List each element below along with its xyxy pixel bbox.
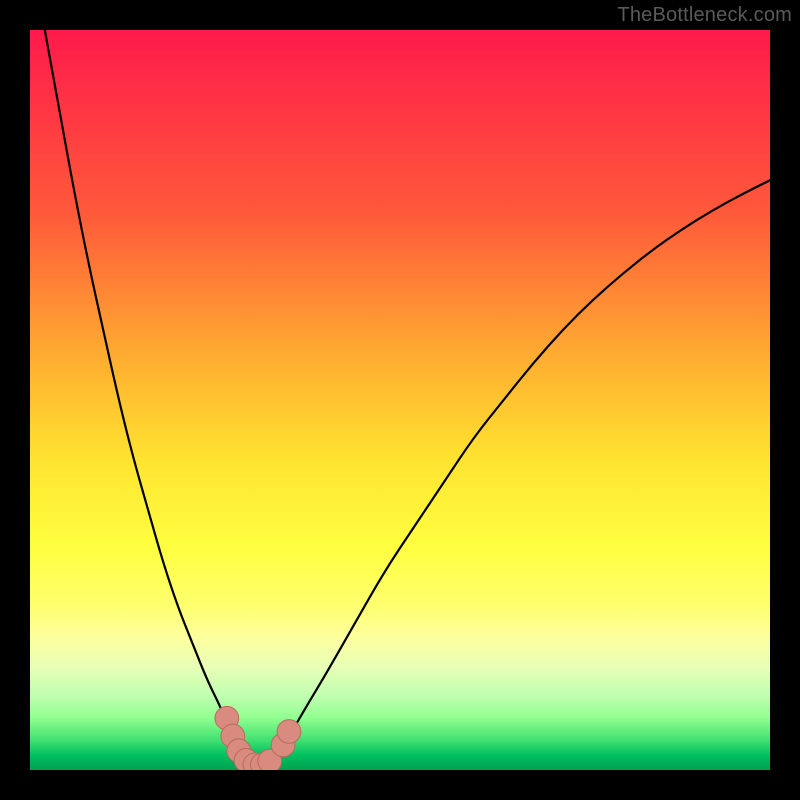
chart-frame: TheBottleneck.com	[0, 0, 800, 800]
valley-marker	[277, 720, 301, 744]
bottleneck-curve	[45, 30, 770, 766]
plot-area	[30, 30, 770, 770]
bottleneck-curve-svg	[30, 30, 770, 770]
valley-markers	[215, 706, 301, 770]
attribution-label: TheBottleneck.com	[617, 4, 792, 27]
